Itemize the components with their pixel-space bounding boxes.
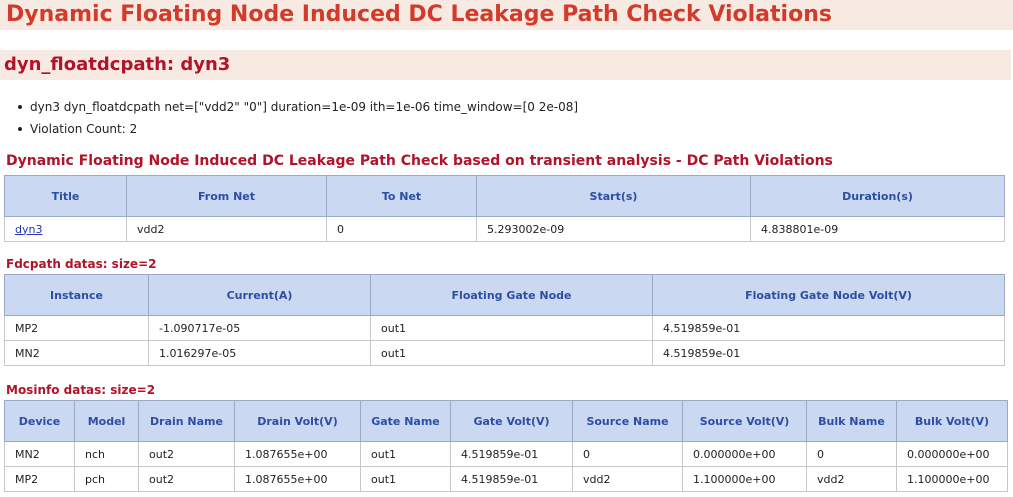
- section-title: dyn_floatdcpath: dyn3: [0, 50, 1011, 80]
- violation-title-link[interactable]: dyn3: [15, 223, 42, 236]
- table-cell: 1.100000e+00: [896, 466, 1008, 492]
- table-cell: MN2: [4, 441, 75, 467]
- table-cell: 0.000000e+00: [682, 441, 807, 467]
- table-cell: 1.100000e+00: [682, 466, 807, 492]
- table-cell: vdd2: [806, 466, 897, 492]
- column-header: Device: [4, 400, 75, 442]
- table-row: MP2 pch out2 1.087655e+00 out1 4.519859e…: [4, 466, 1008, 492]
- table-cell: pch: [74, 466, 139, 492]
- violations-heading: Dynamic Floating Node Induced DC Leakage…: [6, 153, 833, 169]
- column-header: Duration(s): [750, 175, 1005, 217]
- violations-table: Title From Net To Net Start(s) Duration(…: [4, 175, 1005, 242]
- info-list: dyn3 dyn_floatdcpath net=["vdd2" "0"] du…: [18, 96, 578, 140]
- table-cell: MP2: [4, 315, 149, 341]
- column-header: Drain Name: [138, 400, 235, 442]
- mosinfo-heading: Mosinfo datas: size=2: [6, 383, 156, 397]
- page-title: Dynamic Floating Node Induced DC Leakage…: [0, 0, 1013, 30]
- table-cell: out2: [138, 466, 235, 492]
- bullet-icon: [18, 126, 22, 131]
- table-cell: -1.090717e-05: [148, 315, 371, 341]
- table-cell: nch: [74, 441, 139, 467]
- column-header: From Net: [126, 175, 327, 217]
- table-cell: out2: [138, 441, 235, 467]
- column-header: Floating Gate Node Volt(V): [652, 274, 1005, 316]
- table-cell: 4.519859e-01: [450, 466, 573, 492]
- column-header: Gate Volt(V): [450, 400, 573, 442]
- table-cell: vdd2: [572, 466, 683, 492]
- table-cell: MP2: [4, 466, 75, 492]
- table-header-row: Title From Net To Net Start(s) Duration(…: [4, 175, 1005, 217]
- table-row: MN2 1.016297e-05 out1 4.519859e-01: [4, 340, 1005, 366]
- table-cell: 5.293002e-09: [476, 216, 751, 242]
- column-header: Start(s): [476, 175, 751, 217]
- mosinfo-table: Device Model Drain Name Drain Volt(V) Ga…: [4, 400, 1008, 492]
- table-cell: vdd2: [126, 216, 327, 242]
- table-cell: 4.519859e-01: [450, 441, 573, 467]
- table-cell: MN2: [4, 340, 149, 366]
- fdcpath-heading: Fdcpath datas: size=2: [6, 257, 157, 271]
- table-cell: 4.519859e-01: [652, 315, 1005, 341]
- column-header: Gate Name: [360, 400, 451, 442]
- table-cell: out1: [370, 340, 653, 366]
- table-cell: 1.016297e-05: [148, 340, 371, 366]
- column-header: Source Volt(V): [682, 400, 807, 442]
- table-header-row: Device Model Drain Name Drain Volt(V) Ga…: [4, 400, 1008, 442]
- table-row: dyn3 vdd2 0 5.293002e-09 4.838801e-09: [4, 216, 1005, 242]
- violation-count: Violation Count: 2: [30, 122, 138, 136]
- bullet-icon: [18, 104, 22, 109]
- table-cell: 4.519859e-01: [652, 340, 1005, 366]
- column-header: Floating Gate Node: [370, 274, 653, 316]
- column-header: To Net: [326, 175, 477, 217]
- column-header: Current(A): [148, 274, 371, 316]
- info-item-violation-count: Violation Count: 2: [18, 118, 578, 140]
- table-row: MN2 nch out2 1.087655e+00 out1 4.519859e…: [4, 441, 1008, 467]
- info-item-rule: dyn3 dyn_floatdcpath net=["vdd2" "0"] du…: [18, 96, 578, 118]
- table-cell: out1: [370, 315, 653, 341]
- table-row: MP2 -1.090717e-05 out1 4.519859e-01: [4, 315, 1005, 341]
- table-cell: 0: [572, 441, 683, 467]
- column-header: Title: [4, 175, 127, 217]
- table-cell: out1: [360, 466, 451, 492]
- table-cell: 0.000000e+00: [896, 441, 1008, 467]
- table-cell: 1.087655e+00: [234, 466, 361, 492]
- fdcpath-table: Instance Current(A) Floating Gate Node F…: [4, 274, 1005, 366]
- column-header: Source Name: [572, 400, 683, 442]
- column-header: Drain Volt(V): [234, 400, 361, 442]
- rule-description: dyn3 dyn_floatdcpath net=["vdd2" "0"] du…: [30, 100, 579, 114]
- table-header-row: Instance Current(A) Floating Gate Node F…: [4, 274, 1005, 316]
- column-header: Bulk Name: [806, 400, 897, 442]
- column-header: Model: [74, 400, 139, 442]
- column-header: Instance: [4, 274, 149, 316]
- table-cell: 0: [326, 216, 477, 242]
- table-cell[interactable]: dyn3: [4, 216, 127, 242]
- table-cell: 1.087655e+00: [234, 441, 361, 467]
- table-cell: out1: [360, 441, 451, 467]
- table-cell: 4.838801e-09: [750, 216, 1005, 242]
- column-header: Bulk Volt(V): [896, 400, 1008, 442]
- table-cell: 0: [806, 441, 897, 467]
